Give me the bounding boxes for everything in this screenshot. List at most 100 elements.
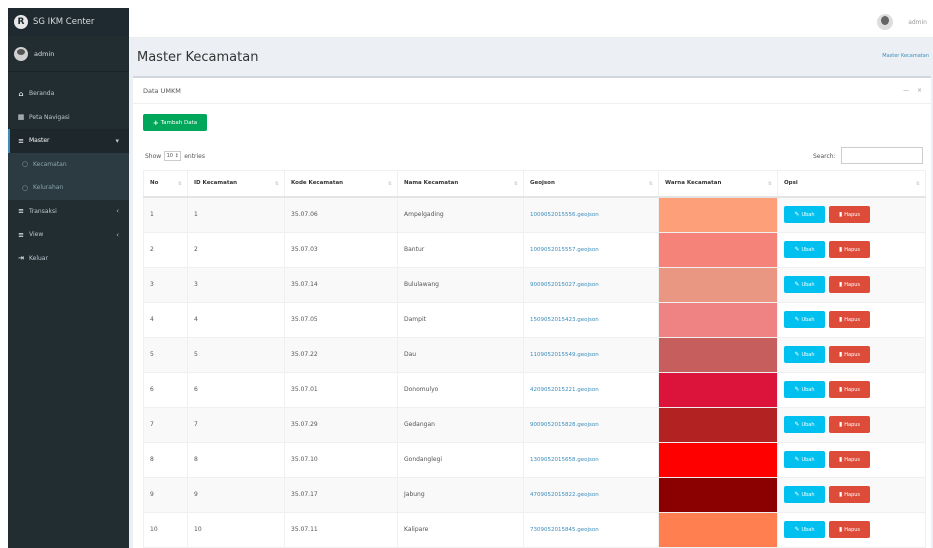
breadcrumb[interactable]: Master Kecamatan	[882, 53, 929, 59]
cell-geojson-link[interactable]: 1309052015658.geojson	[523, 441, 659, 478]
column-header[interactable]: Nama Kecamatan ⇅	[397, 170, 524, 198]
user-avatar-icon[interactable]	[877, 14, 893, 30]
sidebar-item-label: Keluar	[29, 254, 48, 262]
sidebar-item-beranda[interactable]: ⌂ Beranda	[8, 82, 129, 106]
table-row: 5 5 35.07.22 Dau 1109052015549.geojson ✎ Ubah ▮…	[143, 336, 926, 373]
column-header-label: Kode Kecamatan	[291, 180, 344, 187]
delete-button[interactable]: ▮ Hapus	[829, 241, 870, 258]
color-swatch	[659, 442, 777, 477]
table-row: 9 9 35.07.17 Jabung 4709052015822.geojson ✎ Ub…	[143, 476, 926, 513]
sidebar-item-keluar[interactable]: ⇥ Keluar	[8, 247, 129, 271]
cell-nama-kecamatan: Ampelgading	[397, 196, 524, 233]
column-header[interactable]: Warna Kecamatan ⇅	[658, 170, 778, 198]
delete-button[interactable]: ▮ Hapus	[829, 276, 870, 293]
cell-geojson-link[interactable]: 1109052015549.geojson	[523, 336, 659, 373]
brand-title: SG IKM Center	[33, 17, 95, 27]
data-box: Data UMKM — × + Tambah Data Show 10 ↕ en…	[133, 76, 931, 548]
column-header-label: No	[150, 180, 159, 187]
sort-icon: ⇅	[513, 181, 518, 187]
edit-icon: ✎	[794, 456, 800, 463]
delete-label: Hapus	[844, 281, 861, 288]
cell-no: 4	[143, 301, 188, 338]
cell-geojson-link[interactable]: 9009052015828.geojson	[523, 406, 659, 443]
delete-button[interactable]: ▮ Hapus	[829, 451, 870, 468]
cell-geojson-link[interactable]: 4209052015221.geojson	[523, 371, 659, 408]
row-actions: ✎ Ubah ▮ Hapus	[784, 276, 919, 293]
cell-id-kecamatan: 3	[187, 266, 285, 303]
delete-button[interactable]: ▮ Hapus	[829, 486, 870, 503]
table-row: 6 6 35.07.01 Donomulyo 4209052015221.geojson…	[143, 371, 926, 408]
edit-button[interactable]: ✎ Ubah	[784, 416, 825, 433]
edit-button[interactable]: ✎ Ubah	[784, 451, 825, 468]
color-swatch	[659, 302, 777, 337]
edit-icon: ✎	[794, 211, 800, 218]
cell-kode-kecamatan: 35.07.17	[284, 476, 398, 513]
sidebar-item-kecamatan[interactable]: ○ Kecamatan	[8, 152, 129, 176]
map-icon: ▦	[17, 113, 25, 122]
edit-button[interactable]: ✎ Ubah	[784, 346, 825, 363]
column-header[interactable]: Opsi ⇅	[777, 170, 926, 198]
cell-nama-kecamatan: Jabung	[397, 476, 524, 513]
delete-button[interactable]: ▮ Hapus	[829, 416, 870, 433]
kecamatan-table: No ⇅ ID Kecamatan ⇅ Kode Kecamatan ⇅ Nama Keca…	[143, 170, 926, 548]
cell-opsi: ✎ Ubah ▮ Hapus	[777, 511, 926, 548]
edit-button[interactable]: ✎ Ubah	[784, 521, 825, 538]
edit-label: Ubah	[801, 281, 815, 288]
sidebar-item-label: Kecamatan	[33, 160, 67, 168]
edit-icon: ✎	[794, 421, 800, 428]
color-swatch	[659, 197, 777, 232]
edit-button[interactable]: ✎ Ubah	[784, 486, 825, 503]
cell-geojson-link[interactable]: 9009052015027.geojson	[523, 266, 659, 303]
cell-no: 8	[143, 441, 188, 478]
delete-button[interactable]: ▮ Hapus	[829, 311, 870, 328]
delete-button[interactable]: ▮ Hapus	[829, 346, 870, 363]
cell-nama-kecamatan: Bantur	[397, 231, 524, 268]
cell-geojson-link[interactable]: 1009052015556.geojson	[523, 196, 659, 233]
chevron-left-icon: ‹	[116, 207, 119, 216]
edit-icon: ✎	[794, 316, 800, 323]
chevron-left-icon: ‹	[116, 230, 119, 239]
edit-button[interactable]: ✎ Ubah	[784, 206, 825, 223]
cell-id-kecamatan: 6	[187, 371, 285, 408]
edit-label: Ubah	[801, 421, 815, 428]
sidebar-item-transaksi[interactable]: ≡ Transaksi ‹	[8, 200, 129, 224]
brand[interactable]: R SG IKM Center	[8, 8, 129, 36]
column-header-label: Opsi	[784, 180, 798, 187]
row-actions: ✎ Ubah ▮ Hapus	[784, 451, 919, 468]
sidebar-item-label: Master	[29, 137, 50, 145]
cell-no: 6	[143, 371, 188, 408]
cell-geojson-link[interactable]: 1009052015557.geojson	[523, 231, 659, 268]
cell-no: 9	[143, 476, 188, 513]
column-header[interactable]: Geojson ⇅	[523, 170, 659, 198]
circle-icon: ○	[21, 183, 29, 192]
cell-geojson-link[interactable]: 4709052015822.geojson	[523, 476, 659, 513]
cell-opsi: ✎ Ubah ▮ Hapus	[777, 336, 926, 373]
row-actions: ✎ Ubah ▮ Hapus	[784, 416, 919, 433]
edit-button[interactable]: ✎ Ubah	[784, 381, 825, 398]
sidebar-item-master[interactable]: ≡ Master ▾	[8, 129, 129, 153]
sidebar-item-kelurahan[interactable]: ○ Kelurahan	[8, 176, 129, 200]
edit-button[interactable]: ✎ Ubah	[784, 311, 825, 328]
edit-icon: ✎	[794, 246, 800, 253]
delete-button[interactable]: ▮ Hapus	[829, 381, 870, 398]
delete-label: Hapus	[844, 456, 861, 463]
top-user-name[interactable]: admin	[908, 19, 927, 26]
database-icon: ≡	[18, 207, 24, 216]
sidebar-item-peta-navigasi[interactable]: ▦ Peta Navigasi	[8, 106, 129, 130]
cell-nama-kecamatan: Bululawang	[397, 266, 524, 303]
entries-select[interactable]: 10 ↕	[164, 151, 182, 161]
add-data-button[interactable]: + Tambah Data	[143, 114, 207, 131]
column-header[interactable]: Kode Kecamatan ⇅	[284, 170, 398, 198]
cell-geojson-link[interactable]: 1509052015423.geojson	[523, 301, 659, 338]
column-header[interactable]: No ⇅	[143, 170, 188, 198]
delete-button[interactable]: ▮ Hapus	[829, 206, 870, 223]
edit-button[interactable]: ✎ Ubah	[784, 276, 825, 293]
box-tools[interactable]: — ×	[903, 87, 925, 94]
delete-button[interactable]: ▮ Hapus	[829, 521, 870, 538]
edit-button[interactable]: ✎ Ubah	[784, 241, 825, 258]
search-input[interactable]	[841, 147, 923, 164]
column-header[interactable]: ID Kecamatan ⇅	[187, 170, 285, 198]
cell-geojson-link[interactable]: 7309052015845.geojson	[523, 511, 659, 548]
sidebar-item-view[interactable]: ≡ View ‹	[8, 223, 129, 247]
color-swatch	[659, 232, 777, 267]
